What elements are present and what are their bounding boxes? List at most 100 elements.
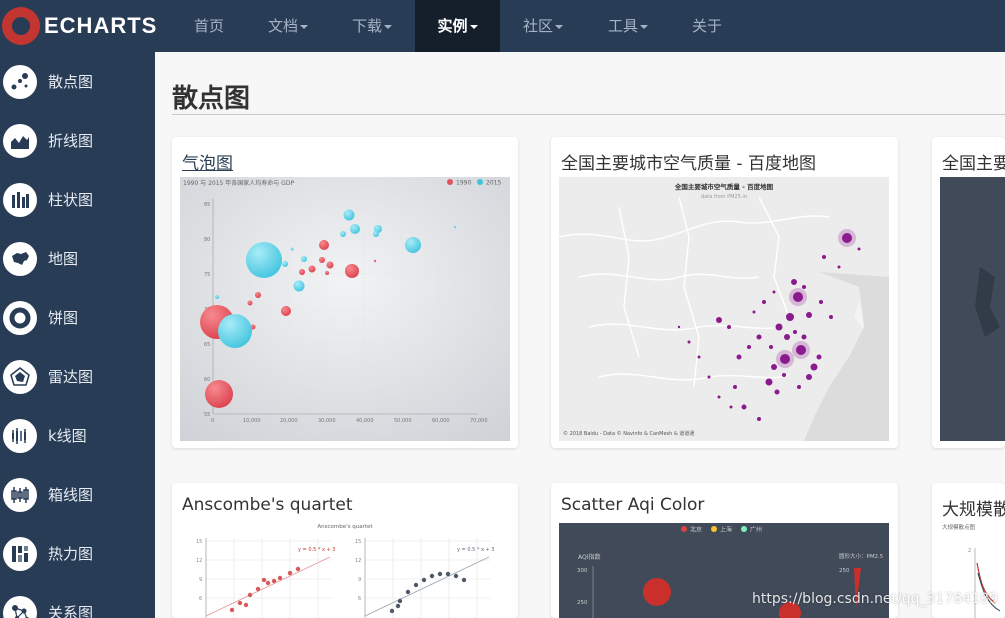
y-tick: 300 bbox=[577, 568, 588, 574]
sidebar-item-label: 散点图 bbox=[48, 73, 94, 91]
pie-chart-icon bbox=[3, 300, 37, 335]
thumb-caption: 1990 与 2015 年各国家人均寿命与 GDP bbox=[183, 179, 294, 187]
x-tick: 40,000 bbox=[356, 418, 374, 424]
sidebar-item-scatter[interactable]: 散点图 bbox=[0, 52, 155, 111]
example-card-anscombe[interactable]: Anscombe's quartet Anscombe's quartet 15… bbox=[172, 483, 518, 618]
radar-chart-icon bbox=[3, 359, 37, 394]
sidebar-item-label: 热力图 bbox=[48, 545, 94, 563]
thumb-subcaption: data from PM25.in bbox=[701, 194, 747, 200]
brand-name: ECHARTS bbox=[44, 13, 158, 38]
legend-dot-shanghai bbox=[711, 526, 717, 532]
svg-text:12: 12 bbox=[355, 558, 361, 564]
svg-text:6: 6 bbox=[358, 596, 361, 602]
nav-download[interactable]: 下载 bbox=[336, 0, 408, 52]
sidebar-item-line[interactable]: 折线图 bbox=[0, 111, 155, 170]
fit-label: y = 0.5 * x + 3 bbox=[298, 547, 335, 553]
size-tick: 250 bbox=[839, 568, 850, 574]
map-attribution: © 2018 Baidu - Data © Navinfo & CanMesh … bbox=[563, 430, 694, 437]
card-title[interactable]: 气泡图 bbox=[182, 149, 233, 174]
page-title: 散点图 bbox=[172, 84, 251, 114]
sidebar-item-bar[interactable]: 柱状图 bbox=[0, 170, 155, 229]
nav-about[interactable]: 关于 bbox=[676, 0, 738, 52]
echarts-logo-icon bbox=[2, 7, 40, 45]
sidebar: 散点图 折线图 柱状图 地图 饼图 雷达图 k线图 箱线图 热力图 关系图 bbox=[0, 52, 155, 618]
x-tick: 60,000 bbox=[432, 418, 450, 424]
scatter-icon bbox=[3, 64, 37, 99]
watermark: https://blog.csdn.net/qq_31784189 bbox=[752, 591, 998, 607]
heatmap-icon bbox=[3, 536, 37, 571]
example-card-aqi-baidu-map[interactable]: 全国主要城市空气质量 - 百度地图 全国主要城市空气质量 - 百度地图 data… bbox=[551, 137, 898, 448]
line-chart-icon bbox=[3, 123, 37, 158]
sidebar-item-label: k线图 bbox=[48, 427, 87, 445]
y-tick: 250 bbox=[577, 600, 588, 606]
y-axis-label: AQI指数 bbox=[578, 553, 601, 561]
x-tick: 0 bbox=[211, 418, 214, 424]
card-title[interactable]: 全国主要 bbox=[942, 149, 1005, 174]
chevron-down-icon bbox=[469, 24, 478, 29]
candlestick-icon bbox=[3, 418, 37, 453]
example-card-aqi-partial[interactable]: 全国主要 bbox=[932, 137, 1005, 448]
sidebar-item-candlestick[interactable]: k线图 bbox=[0, 406, 155, 465]
x-tick: 70,000 bbox=[470, 418, 488, 424]
sidebar-item-radar[interactable]: 雷达图 bbox=[0, 347, 155, 406]
sidebar-item-label: 柱状图 bbox=[48, 191, 94, 209]
sidebar-item-map[interactable]: 地图 bbox=[0, 229, 155, 288]
size-legend-label: 圆形大小：PM2.5 bbox=[839, 552, 884, 560]
anscombe-thumbnail[interactable]: Anscombe's quartet 15 12 9 6 15 12 9 6 y = 0.5… bbox=[180, 523, 510, 618]
nav-docs[interactable]: 文档 bbox=[252, 0, 324, 52]
thumb-caption: 大规模散点图 bbox=[942, 523, 976, 531]
svg-text:6: 6 bbox=[199, 596, 202, 602]
bubble-chart-thumbnail[interactable]: 1990 与 2015 年各国家人均寿命与 GDP 1990 2015 85 8… bbox=[180, 177, 510, 441]
card-title[interactable]: Scatter Aqi Color bbox=[561, 495, 704, 515]
aqi-dark-map-thumbnail[interactable] bbox=[940, 177, 1005, 441]
top-navbar: ECHARTS 首页 文档 下载 实例 社区 工具 关于 bbox=[0, 0, 1005, 52]
legend-1990: 1990 bbox=[456, 180, 471, 187]
sidebar-item-boxplot[interactable]: 箱线图 bbox=[0, 465, 155, 524]
sidebar-item-graph[interactable]: 关系图 bbox=[0, 583, 155, 618]
card-title[interactable]: 全国主要城市空气质量 - 百度地图 bbox=[561, 149, 816, 174]
chevron-down-icon bbox=[640, 24, 648, 29]
svg-text:12: 12 bbox=[196, 558, 202, 564]
chevron-down-icon bbox=[384, 24, 392, 29]
svg-text:9: 9 bbox=[358, 577, 361, 583]
sidebar-item-heatmap[interactable]: 热力图 bbox=[0, 524, 155, 583]
sidebar-item-pie[interactable]: 饼图 bbox=[0, 288, 155, 347]
x-tick: 30,000 bbox=[318, 418, 336, 424]
example-card-bubble[interactable]: 气泡图 1990 与 2015 年各国家人均寿命与 GDP 1990 2015 … bbox=[172, 137, 518, 448]
y-tick: 65 bbox=[204, 342, 210, 348]
sidebar-item-label: 雷达图 bbox=[48, 368, 94, 386]
y-tick: 75 bbox=[204, 272, 210, 278]
legend-dot-beijing bbox=[681, 526, 687, 532]
aqi-map-thumbnail[interactable]: 全国主要城市空气质量 - 百度地图 data from PM25.in © 20… bbox=[559, 177, 889, 441]
y-tick: 80 bbox=[204, 237, 210, 243]
x-tick: 20,000 bbox=[280, 418, 298, 424]
graph-icon bbox=[3, 595, 37, 618]
legend-shanghai: 上海 bbox=[720, 526, 732, 534]
nav-examples[interactable]: 实例 bbox=[415, 0, 500, 52]
sidebar-item-label: 地图 bbox=[48, 250, 79, 268]
title-divider bbox=[172, 114, 1005, 115]
legend-dot-guangzhou bbox=[741, 526, 747, 532]
map-icon bbox=[3, 241, 37, 276]
nav-community[interactable]: 社区 bbox=[507, 0, 579, 52]
card-title[interactable]: Anscombe's quartet bbox=[182, 495, 353, 515]
sidebar-item-label: 折线图 bbox=[48, 132, 94, 150]
chevron-down-icon bbox=[300, 24, 308, 29]
nav-tools[interactable]: 工具 bbox=[592, 0, 664, 52]
legend-dot-2015 bbox=[477, 179, 483, 185]
thumb-caption: Anscombe's quartet bbox=[317, 524, 373, 530]
card-title[interactable]: 大规模散 bbox=[942, 495, 1005, 520]
nav-home[interactable]: 首页 bbox=[178, 0, 240, 52]
echarts-logo[interactable]: ECHARTS bbox=[0, 6, 157, 46]
svg-text:9: 9 bbox=[199, 577, 202, 583]
sidebar-item-label: 关系图 bbox=[48, 604, 94, 618]
svg-text:2: 2 bbox=[968, 548, 971, 554]
x-tick: 50,000 bbox=[394, 418, 412, 424]
bar-chart-icon bbox=[3, 182, 37, 217]
x-tick: 10,000 bbox=[243, 418, 261, 424]
sidebar-item-label: 箱线图 bbox=[48, 486, 94, 504]
svg-text:15: 15 bbox=[196, 539, 202, 545]
thumb-caption: 全国主要城市空气质量 - 百度地图 bbox=[674, 182, 774, 191]
legend-guangzhou: 广州 bbox=[750, 526, 762, 534]
legend-2015: 2015 bbox=[486, 180, 501, 187]
